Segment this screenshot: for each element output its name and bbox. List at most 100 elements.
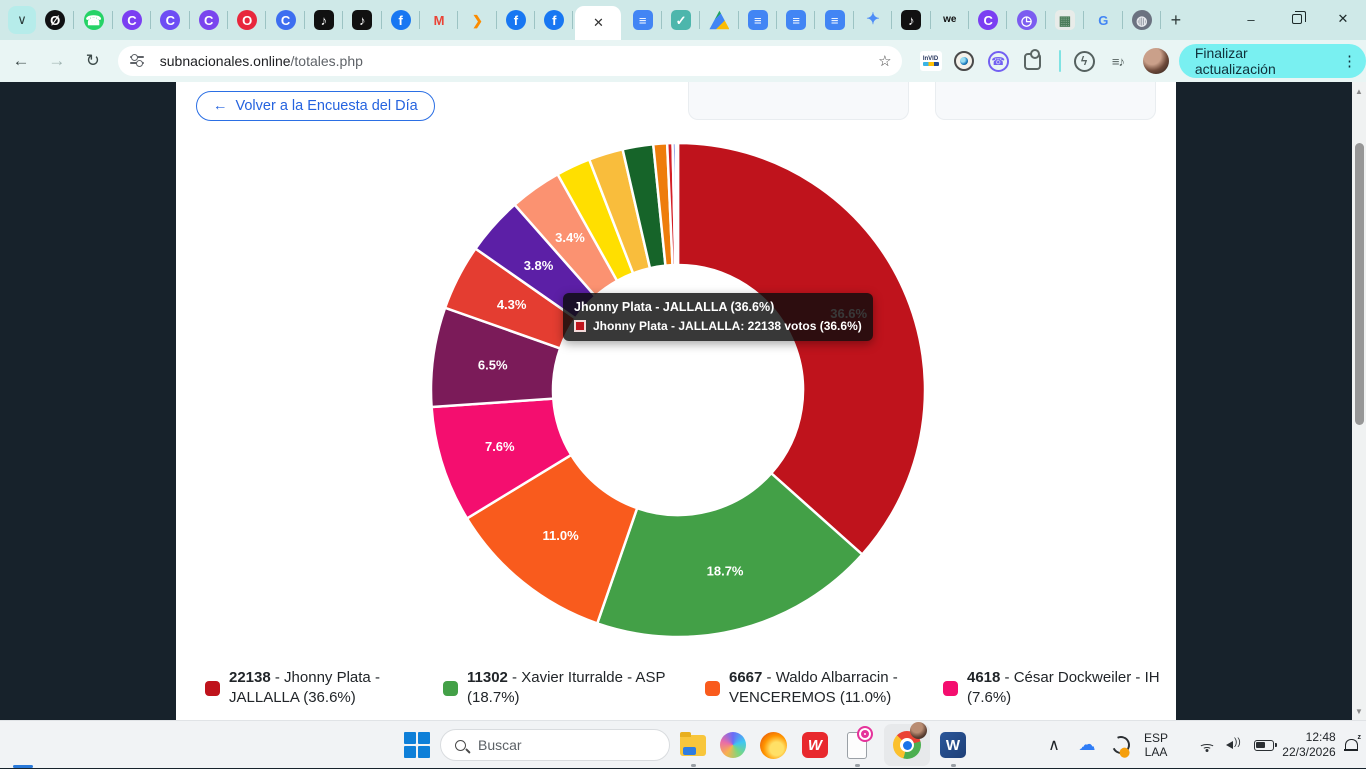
pinned-tab-arrow-app[interactable]: ❯ bbox=[458, 9, 496, 31]
pinned-tab-facebook[interactable]: f bbox=[382, 9, 420, 31]
pinned-tab-gemini[interactable]: ✦ bbox=[854, 9, 892, 31]
pinned-tab-pixel-app[interactable]: ▦ bbox=[1046, 9, 1084, 31]
running-indicator bbox=[691, 764, 696, 767]
wps-office-icon[interactable]: W bbox=[800, 730, 830, 760]
file-explorer-icon[interactable] bbox=[678, 730, 708, 760]
pie-slice[interactable] bbox=[676, 143, 678, 265]
eye-extension-icon[interactable] bbox=[949, 46, 979, 76]
close-tab-icon[interactable]: ✕ bbox=[593, 15, 604, 31]
pinned-tab-c-app[interactable]: C bbox=[113, 9, 151, 31]
pie-slice[interactable] bbox=[678, 143, 925, 555]
pinned-tab-facebook[interactable]: f bbox=[497, 9, 535, 31]
legend-label: 4618 - César Dockweiler - IH (7.6%) bbox=[967, 668, 1172, 708]
google-icon: G bbox=[1093, 10, 1113, 30]
chrome-taskbar-button[interactable] bbox=[884, 724, 930, 766]
close-window-button[interactable]: ✕ bbox=[1320, 0, 1366, 38]
pinned-tab-dark-logo-app[interactable]: Ø bbox=[36, 9, 74, 31]
address-bar[interactable]: subnacionales.online/totales.php ☆ bbox=[118, 46, 902, 76]
google-docs-icon: ≡ bbox=[825, 10, 845, 30]
pinned-tab-google-docs[interactable]: ≡ bbox=[815, 9, 853, 31]
profile-avatar[interactable] bbox=[1143, 48, 1169, 74]
pinned-tab-facebook[interactable]: f bbox=[535, 9, 573, 31]
page-scrollbar[interactable]: ▲ ▼ bbox=[1352, 82, 1366, 720]
clock-app-icon: ◷ bbox=[1017, 10, 1037, 30]
tray-chevron-icon[interactable]: ∧ bbox=[1042, 721, 1066, 769]
back-button[interactable]: ← bbox=[6, 46, 36, 76]
pinned-tab-tiktok[interactable]: ♪ bbox=[305, 9, 343, 31]
tiktok-icon: ♪ bbox=[352, 10, 372, 30]
arrow-app-icon: ❯ bbox=[467, 10, 487, 30]
extensions-puzzle-icon[interactable] bbox=[1017, 46, 1047, 76]
phone-link-icon[interactable] bbox=[842, 730, 872, 760]
legend-item[interactable]: 6667 - Waldo Albarracin - VENCEREMOS (11… bbox=[705, 668, 921, 708]
pinned-tab-c-app-blue[interactable]: C bbox=[266, 9, 304, 31]
new-tab-button[interactable]: + bbox=[1161, 5, 1191, 35]
pinned-tab-globe-app[interactable]: ◍ bbox=[1123, 9, 1161, 31]
bookmark-star-icon[interactable]: ☆ bbox=[878, 52, 891, 70]
legend-label: 22138 - Jhonny Plata - JALLALLA (36.6%) bbox=[229, 668, 442, 708]
legend-item[interactable]: 11302 - Xavier Iturralde - ASP (18.7%) bbox=[443, 668, 679, 708]
pinned-tab-red-badge-app[interactable]: O bbox=[228, 9, 266, 31]
gmail-icon: M bbox=[429, 10, 449, 30]
tab-search-button[interactable]: ∨ bbox=[8, 6, 36, 34]
forward-button[interactable]: → bbox=[42, 46, 72, 76]
pinned-tab-google[interactable]: G bbox=[1084, 9, 1122, 31]
back-to-survey-button[interactable]: ← Volver a la Encuesta del Día bbox=[196, 91, 435, 121]
content-panel: ← Volver a la Encuesta del Día 36.6%18.7… bbox=[176, 82, 1176, 720]
pinned-tab-google-docs[interactable]: ≡ bbox=[623, 9, 661, 31]
scrollbar-thumb[interactable] bbox=[1355, 143, 1364, 425]
battery-icon[interactable] bbox=[1250, 721, 1278, 769]
notifications-bell-icon[interactable]: z bbox=[1340, 721, 1362, 769]
pinned-tab-google-docs[interactable]: ≡ bbox=[739, 9, 777, 31]
invid-extension-icon[interactable]: InVID bbox=[916, 46, 946, 76]
summary-card bbox=[935, 82, 1156, 120]
pinned-tab-check-app[interactable]: ✓ bbox=[662, 9, 700, 31]
word-icon[interactable]: W bbox=[938, 730, 968, 760]
viber-extension-icon[interactable]: ☎ bbox=[983, 46, 1013, 76]
minimize-button[interactable]: – bbox=[1228, 0, 1274, 38]
globe-app-icon: ◍ bbox=[1132, 10, 1152, 30]
media-queue-icon[interactable]: ≡♪ bbox=[1103, 46, 1133, 76]
pinned-tab-tiktok[interactable]: ♪ bbox=[343, 9, 381, 31]
facebook-icon: f bbox=[391, 10, 411, 30]
browser-window: ∨ Ø☎CCCOC♪♪fM❯ff ✕ ≡✓≡≡≡✦♪weC◷▦G◍ + – ✕ … bbox=[0, 0, 1366, 720]
finish-update-button[interactable]: Finalizar actualización ⋮ bbox=[1179, 44, 1366, 78]
clock[interactable]: 12:4822/3/2026 bbox=[1278, 721, 1340, 769]
site-settings-icon[interactable] bbox=[130, 54, 148, 68]
legend-item[interactable]: 4618 - César Dockweiler - IH (7.6%) bbox=[943, 668, 1172, 708]
energy-saver-icon[interactable]: ϟ bbox=[1069, 46, 1099, 76]
update-restart-icon[interactable] bbox=[1108, 721, 1134, 769]
pinned-tab-google-docs[interactable]: ≡ bbox=[777, 9, 815, 31]
pinned-tab-wetransfer[interactable]: we bbox=[931, 9, 969, 31]
active-tab[interactable]: ✕ bbox=[575, 6, 621, 40]
pinned-tab-whatsapp[interactable]: ☎ bbox=[74, 9, 112, 31]
firefox-icon[interactable] bbox=[758, 730, 788, 760]
pinned-tab-clock-app[interactable]: ◷ bbox=[1007, 9, 1045, 31]
legend-item[interactable]: 22138 - Jhonny Plata - JALLALLA (36.6%) bbox=[205, 668, 442, 708]
pinned-tabs-left: Ø☎CCCOC♪♪fM❯ff bbox=[36, 0, 573, 40]
pinned-tab-gmail[interactable]: M bbox=[420, 9, 458, 31]
language-indicator[interactable]: ESPLAA bbox=[1136, 721, 1176, 769]
running-indicator bbox=[855, 764, 860, 767]
onedrive-icon[interactable]: ☁ bbox=[1074, 721, 1100, 769]
pinned-tab-google-drive[interactable] bbox=[700, 9, 738, 31]
pinned-tab-c-app[interactable]: C bbox=[190, 9, 228, 31]
extensions-row: InVID ☎ ϟ ≡♪ Finalizar actualización ⋮ bbox=[916, 44, 1366, 78]
start-button[interactable] bbox=[403, 731, 431, 759]
restore-button[interactable] bbox=[1274, 0, 1320, 38]
wifi-icon[interactable] bbox=[1194, 721, 1220, 769]
scroll-up-icon[interactable]: ▲ bbox=[1352, 84, 1366, 98]
pinned-tab-tiktok[interactable]: ♪ bbox=[892, 9, 930, 31]
dark-logo-app-icon: Ø bbox=[45, 10, 65, 30]
reload-button[interactable]: ↻ bbox=[78, 46, 108, 76]
copilot-icon[interactable] bbox=[718, 730, 748, 760]
pinned-tab-c-app[interactable]: C bbox=[151, 9, 189, 31]
tiktok-icon: ♪ bbox=[901, 10, 921, 30]
scroll-down-icon[interactable]: ▼ bbox=[1352, 704, 1366, 718]
volume-icon[interactable] bbox=[1222, 721, 1248, 769]
slice-percent-label: 4.3% bbox=[497, 297, 527, 312]
pinned-tab-c-app[interactable]: C bbox=[969, 9, 1007, 31]
chart-legend: 22138 - Jhonny Plata - JALLALLA (36.6%)1… bbox=[176, 668, 1176, 720]
taskbar-search[interactable]: Buscar bbox=[440, 729, 670, 761]
browser-menu-icon[interactable]: ⋮ bbox=[1342, 52, 1358, 70]
